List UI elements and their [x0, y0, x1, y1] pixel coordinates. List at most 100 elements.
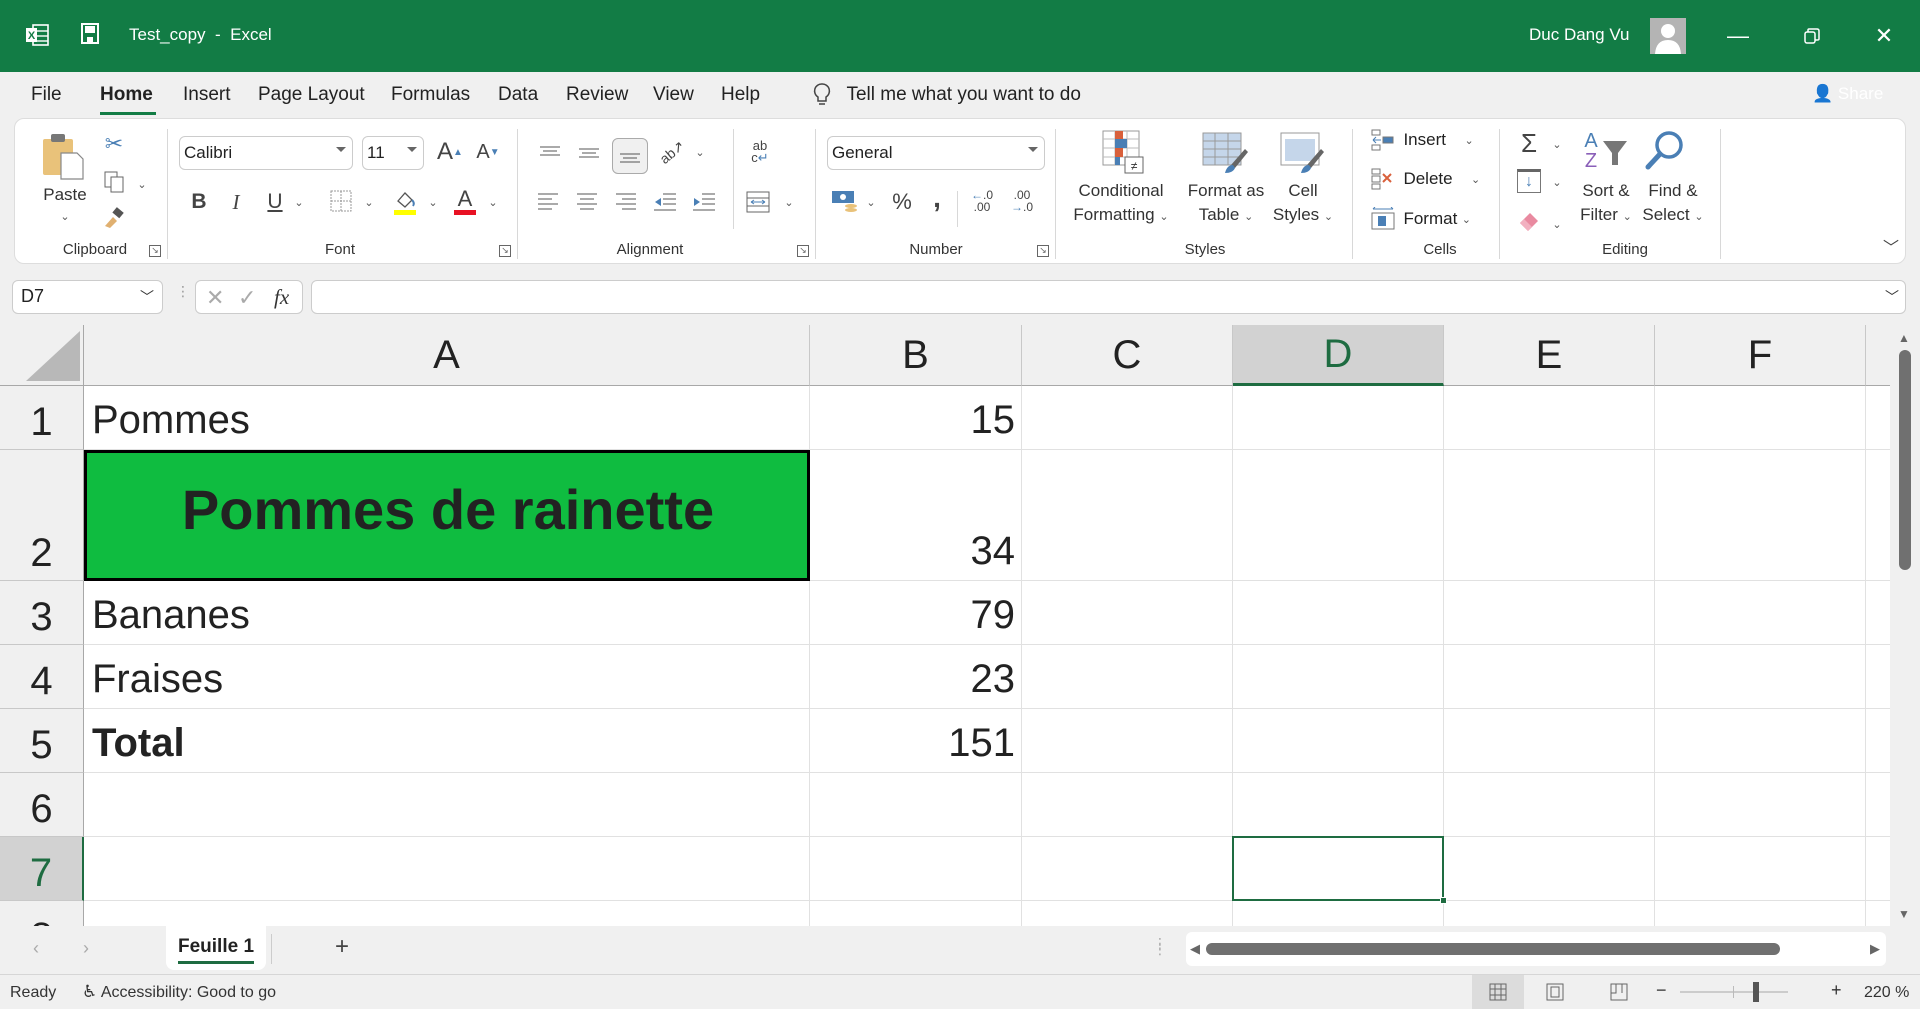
cell-b1[interactable]: 15: [810, 386, 1022, 450]
cell-a7[interactable]: [84, 837, 810, 901]
cell-a3[interactable]: Bananes: [84, 581, 810, 645]
zoom-slider[interactable]: [1680, 982, 1788, 1002]
cell-f2[interactable]: [1655, 450, 1866, 581]
cell-f8[interactable]: [1655, 901, 1866, 926]
horizontal-scroll-thumb[interactable]: [1206, 943, 1780, 955]
formula-bar-resize-handle[interactable]: ⋮: [176, 284, 190, 306]
cell-f6[interactable]: [1655, 773, 1866, 837]
name-box[interactable]: D7 ﹀: [12, 280, 163, 314]
cell-e3[interactable]: [1444, 581, 1655, 645]
cell-partial[interactable]: [1866, 709, 1890, 773]
cell-styles-icon[interactable]: [1279, 129, 1325, 175]
expand-formula-bar-icon[interactable]: ﹀: [1885, 287, 1899, 307]
cell-b2[interactable]: 34: [810, 450, 1022, 581]
copy-icon[interactable]: [101, 169, 127, 195]
paste-icon[interactable]: [41, 131, 87, 181]
row-header-5[interactable]: 5: [0, 709, 84, 773]
merge-dropdown[interactable]: ⌄: [783, 191, 795, 215]
cell-f7[interactable]: [1655, 837, 1866, 901]
row-header-2[interactable]: 2: [0, 450, 84, 581]
select-all-button[interactable]: [0, 325, 84, 386]
zoom-slider-thumb[interactable]: [1752, 982, 1759, 1002]
column-header-c[interactable]: C: [1022, 325, 1233, 386]
cell-a2[interactable]: Pommes de rainette: [84, 450, 810, 581]
accounting-format-icon[interactable]: [829, 187, 861, 217]
add-sheet-button[interactable]: +: [335, 933, 349, 961]
cell-f1[interactable]: [1655, 386, 1866, 450]
cell-c1[interactable]: [1022, 386, 1233, 450]
zoom-level[interactable]: 220 %: [1864, 984, 1909, 1002]
next-sheet-icon[interactable]: ›: [83, 938, 89, 959]
tab-home[interactable]: Home: [100, 84, 153, 106]
cell-d6[interactable]: [1233, 773, 1444, 837]
wrap-text-icon[interactable]: ab c↵: [745, 137, 775, 167]
cell-c6[interactable]: [1022, 773, 1233, 837]
cell-c7[interactable]: [1022, 837, 1233, 901]
cell-e8[interactable]: [1444, 901, 1655, 926]
formula-input[interactable]: ﹀: [311, 280, 1906, 314]
font-color-icon[interactable]: A: [451, 185, 479, 217]
find-select-icon[interactable]: [1643, 129, 1687, 173]
align-right-icon[interactable]: [611, 187, 641, 217]
tab-page-layout[interactable]: Page Layout: [258, 84, 365, 106]
cell-f5[interactable]: [1655, 709, 1866, 773]
cell-c2[interactable]: [1022, 450, 1233, 581]
row-header-1[interactable]: 1: [0, 386, 84, 450]
autosum-icon[interactable]: Σ: [1515, 128, 1543, 158]
cell-a5[interactable]: Total: [84, 709, 810, 773]
cell-d7[interactable]: [1233, 837, 1444, 901]
decrease-font-size-icon[interactable]: A ▼: [473, 137, 503, 167]
tell-me-search[interactable]: Tell me what you want to do: [812, 82, 1081, 108]
cell-partial[interactable]: [1866, 386, 1890, 450]
column-header-f[interactable]: F: [1655, 325, 1866, 386]
collapse-ribbon-icon[interactable]: ﹀: [1881, 237, 1901, 257]
enter-check-icon[interactable]: ✓: [238, 285, 256, 311]
sort-filter-icon[interactable]: AZ: [1581, 129, 1631, 173]
cell-b8[interactable]: [810, 901, 1022, 926]
page-break-view-button[interactable]: [1610, 983, 1628, 1006]
autosum-dropdown[interactable]: ⌄: [1551, 133, 1563, 157]
orientation-dropdown[interactable]: ⌄: [694, 141, 706, 165]
merge-center-icon[interactable]: [743, 187, 773, 217]
row-header-3[interactable]: 3: [0, 581, 84, 645]
cell-e6[interactable]: [1444, 773, 1655, 837]
font-dialog-launcher[interactable]: ↘: [499, 245, 511, 257]
cell-e1[interactable]: [1444, 386, 1655, 450]
avatar[interactable]: [1650, 18, 1686, 54]
cell-e5[interactable]: [1444, 709, 1655, 773]
cell-c4[interactable]: [1022, 645, 1233, 709]
borders-icon[interactable]: [329, 189, 353, 213]
tab-insert[interactable]: Insert: [183, 84, 231, 106]
page-layout-view-button[interactable]: [1546, 983, 1564, 1006]
cell-b5[interactable]: 151: [810, 709, 1022, 773]
share-button[interactable]: 👤 Share: [1812, 84, 1883, 104]
save-icon[interactable]: [80, 22, 106, 48]
find-select-button[interactable]: Find & Select ⌄: [1641, 179, 1705, 229]
previous-sheet-icon[interactable]: ‹: [33, 938, 39, 959]
sheet-tab-feuille-1[interactable]: Feuille 1: [166, 926, 266, 970]
orientation-icon[interactable]: ab↗: [651, 131, 693, 173]
sort-filter-button[interactable]: Sort & Filter ⌄: [1575, 179, 1637, 229]
italic-icon[interactable]: I: [222, 187, 250, 217]
row-header-4[interactable]: 4: [0, 645, 84, 709]
cancel-icon[interactable]: ✕: [206, 285, 224, 311]
column-header-b[interactable]: B: [810, 325, 1022, 386]
cell-partial[interactable]: [1866, 581, 1890, 645]
scroll-down-icon[interactable]: ▼: [1898, 907, 1910, 921]
column-header-d[interactable]: D: [1233, 325, 1444, 386]
align-center-icon[interactable]: [572, 187, 602, 217]
increase-indent-icon[interactable]: [689, 187, 719, 217]
fill-dropdown[interactable]: ⌄: [1551, 171, 1563, 195]
column-header-partial[interactable]: [1866, 325, 1890, 386]
tab-file[interactable]: File: [31, 84, 62, 106]
cell-d8[interactable]: [1233, 901, 1444, 926]
cell-partial[interactable]: [1866, 773, 1890, 837]
tab-data[interactable]: Data: [498, 84, 538, 106]
tab-help[interactable]: Help: [721, 84, 760, 106]
cell-a1[interactable]: Pommes: [84, 386, 810, 450]
conditional-formatting-icon[interactable]: ≠: [1101, 129, 1145, 175]
align-middle-icon[interactable]: [574, 137, 604, 167]
alignment-dialog-launcher[interactable]: ↘: [797, 245, 809, 257]
restore-button[interactable]: [1792, 18, 1832, 54]
tab-split-handle[interactable]: ⋮ ⋮: [1153, 936, 1167, 956]
